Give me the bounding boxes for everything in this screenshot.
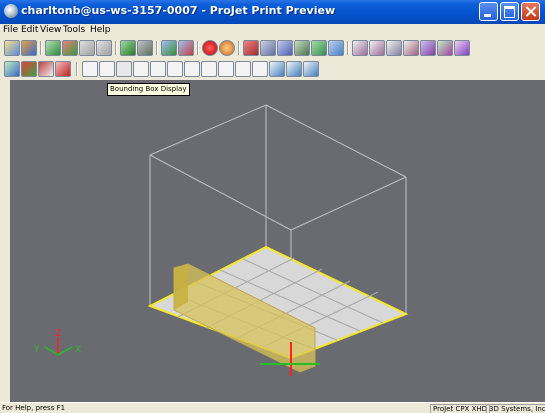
- solid-icon[interactable]: [116, 61, 132, 77]
- 3d-viewport[interactable]: Z Y X: [10, 80, 545, 402]
- box-icon[interactable]: [99, 61, 115, 77]
- stop-icon[interactable]: [202, 40, 218, 56]
- right-view-icon[interactable]: [201, 61, 217, 77]
- toolbar-separator: [156, 41, 158, 55]
- zoom-fit-icon[interactable]: [178, 40, 194, 56]
- minimize-button[interactable]: [479, 2, 498, 21]
- transform-icon[interactable]: [437, 40, 453, 56]
- toolbar-separator: [115, 41, 117, 55]
- tooltip: Bounding Box Display: [107, 83, 190, 96]
- axis-y-label: Y: [33, 345, 40, 355]
- toolbar-separator: [347, 41, 349, 55]
- toolbar-separator: [40, 41, 42, 55]
- texture-icon[interactable]: [38, 61, 54, 77]
- axis-z-label: Z: [55, 329, 61, 339]
- bottom-view-icon[interactable]: [235, 61, 251, 77]
- status-vendor: 3D Systems, Inc.: [486, 404, 545, 413]
- tray-icon[interactable]: [45, 40, 61, 56]
- toolbar-separator: [197, 41, 199, 55]
- maximize-button[interactable]: [500, 2, 519, 21]
- front-view-icon[interactable]: [150, 61, 166, 77]
- left-edge: [0, 80, 10, 402]
- menu-edit[interactable]: Edit: [21, 25, 38, 35]
- toolbar-separator: [76, 62, 78, 76]
- duplicate-icon[interactable]: [120, 40, 136, 56]
- menu-file[interactable]: File: [3, 25, 18, 35]
- arrange2-icon[interactable]: [96, 40, 112, 56]
- zoom-in-icon[interactable]: [269, 61, 285, 77]
- left-view-icon[interactable]: [184, 61, 200, 77]
- zoom-icon[interactable]: [161, 40, 177, 56]
- record-icon[interactable]: [219, 40, 235, 56]
- import-icon[interactable]: [21, 40, 37, 56]
- pencil-icon[interactable]: [369, 40, 385, 56]
- view-toolbar: [0, 59, 545, 81]
- status-help-text: For Help, press F1: [2, 404, 66, 412]
- open-file-icon[interactable]: [4, 40, 20, 56]
- zoom-out-icon[interactable]: [286, 61, 302, 77]
- pack-icon[interactable]: [328, 40, 344, 56]
- stack-icon[interactable]: [277, 40, 293, 56]
- window-title: charltonb@us-ws-3157-0007 - ProJet Print…: [21, 4, 336, 17]
- menu-view[interactable]: View: [40, 25, 61, 35]
- title-bar[interactable]: charltonb@us-ws-3157-0007 - ProJet Print…: [0, 0, 545, 24]
- color-icon[interactable]: [21, 61, 37, 77]
- wand-icon[interactable]: [403, 40, 419, 56]
- menu-tools[interactable]: Tools: [63, 25, 85, 35]
- menu-help[interactable]: Help: [90, 25, 111, 35]
- layers-icon[interactable]: [294, 40, 310, 56]
- axis-y-line: [44, 346, 59, 356]
- cut-icon[interactable]: [243, 40, 259, 56]
- iso-view-icon[interactable]: [252, 61, 268, 77]
- measure-icon[interactable]: [352, 40, 368, 56]
- paint-icon[interactable]: [311, 40, 327, 56]
- top-view-icon[interactable]: [218, 61, 234, 77]
- grid-icon[interactable]: [260, 40, 276, 56]
- gear-icon[interactable]: [55, 61, 71, 77]
- status-printer: ProJet CPX XHD: [430, 404, 491, 413]
- duplicate2-icon[interactable]: [137, 40, 153, 56]
- pencil2-icon[interactable]: [386, 40, 402, 56]
- axis-x-label: X: [75, 345, 81, 355]
- main-toolbar: [0, 38, 545, 58]
- diamond-icon[interactable]: [133, 61, 149, 77]
- status-bar: For Help, press F1 ProJet CPX XHD 3D Sys…: [0, 402, 545, 413]
- scene-svg: Z Y X: [33, 104, 409, 376]
- rotate-icon[interactable]: [62, 40, 78, 56]
- toolbar-separator: [238, 41, 240, 55]
- app-icon: [4, 4, 18, 18]
- undo-icon[interactable]: [454, 40, 470, 56]
- printed-part-side: [174, 264, 188, 310]
- close-button[interactable]: [521, 2, 540, 21]
- refresh-icon[interactable]: [420, 40, 436, 56]
- zoom-all-icon[interactable]: [303, 61, 319, 77]
- view-icon[interactable]: [4, 61, 20, 77]
- bounding-box-icon[interactable]: [82, 61, 98, 77]
- axis-x-line: [57, 346, 73, 356]
- app-window: charltonb@us-ws-3157-0007 - ProJet Print…: [0, 0, 545, 413]
- back-view-icon[interactable]: [167, 61, 183, 77]
- arrange-icon[interactable]: [79, 40, 95, 56]
- menu-bar: File Edit View Tools Help: [0, 24, 545, 38]
